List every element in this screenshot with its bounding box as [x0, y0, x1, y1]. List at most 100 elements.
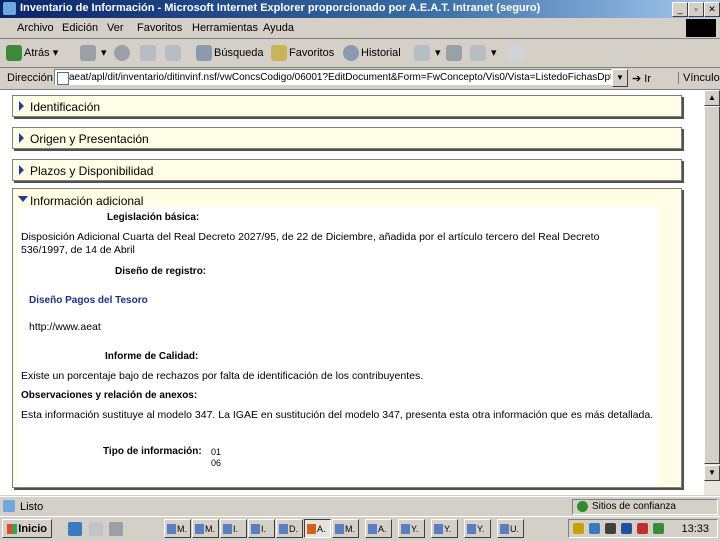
taskbar-button[interactable]: I.: [220, 519, 247, 538]
section-identificacion[interactable]: Identificación: [12, 95, 682, 117]
app-quicklaunch-icon[interactable]: [109, 522, 123, 536]
expand-arrow-icon: [19, 165, 24, 175]
edit-button[interactable]: ▾: [470, 43, 497, 63]
tipo-value: 06: [211, 458, 222, 468]
task-icon: [167, 524, 176, 534]
stop-button[interactable]: [114, 43, 132, 63]
refresh-button[interactable]: [140, 43, 158, 63]
system-tray: 13:33: [568, 519, 718, 538]
scroll-thumb[interactable]: [704, 106, 720, 464]
menu-ver[interactable]: Ver: [107, 22, 124, 34]
refresh-icon: [140, 45, 156, 62]
security-icon[interactable]: [637, 523, 648, 534]
update-icon[interactable]: [653, 523, 664, 534]
start-button[interactable]: Inicio: [2, 519, 52, 538]
address-dropdown-button[interactable]: ▼: [612, 69, 628, 87]
home-button[interactable]: [165, 43, 183, 63]
menu-ayuda[interactable]: Ayuda: [263, 22, 294, 34]
back-button[interactable]: Atrás ▾: [6, 43, 58, 63]
taskbar-button[interactable]: Y.: [464, 519, 491, 538]
taskbar-button[interactable]: Y.: [398, 519, 425, 538]
diseno-link[interactable]: Diseño Pagos del Tesoro: [29, 295, 148, 306]
taskbar: Inicio M. M. I. I. D. A. M. A. Y. Y. Y. …: [0, 516, 720, 541]
forward-arrow-icon: [80, 45, 96, 62]
desktop-quicklaunch-icon[interactable]: [89, 522, 103, 536]
display-icon[interactable]: [605, 523, 616, 534]
title-bar: Inventario de Información - Microsoft In…: [0, 0, 720, 18]
taskbar-button[interactable]: M.: [164, 519, 191, 538]
search-button[interactable]: Búsqueda: [196, 43, 264, 63]
security-zone: Sitios de confianza: [572, 499, 718, 515]
taskbar-button[interactable]: M.: [332, 519, 359, 538]
section-plazos[interactable]: Plazos y Disponibilidad: [12, 159, 682, 181]
status-bar: Listo Sitios de confianza: [0, 496, 720, 516]
scroll-up-button[interactable]: ▲: [704, 90, 720, 106]
window-title: Inventario de Información - Microsoft In…: [20, 2, 541, 14]
favorites-icon: [271, 45, 287, 62]
task-icon: [467, 524, 476, 534]
print-button[interactable]: [446, 43, 464, 63]
menu-edicion[interactable]: Edición: [62, 22, 98, 34]
stop-icon: [114, 45, 130, 62]
taskbar-button[interactable]: U.: [497, 519, 524, 538]
trusted-zone-icon: [577, 501, 588, 512]
taskbar-button[interactable]: I.: [248, 519, 275, 538]
expand-arrow-icon: [19, 101, 24, 111]
status-text: Listo: [20, 501, 44, 513]
page-icon: [57, 72, 69, 85]
windows-flag-icon: [7, 524, 17, 534]
vertical-scrollbar[interactable]: ▲ ▼: [704, 90, 720, 495]
tipo-label: Tipo de información:: [103, 446, 202, 457]
calidad-text: Existe un porcentaje bajo de rechazos po…: [21, 370, 424, 382]
ie-quicklaunch-icon[interactable]: [68, 522, 82, 536]
observaciones-text: Esta información sustituye al modelo 347…: [21, 409, 654, 421]
menu-bar: Archivo Edición Ver Favoritos Herramient…: [0, 18, 720, 39]
taskbar-button[interactable]: M.: [192, 519, 219, 538]
antivirus-icon[interactable]: [621, 523, 632, 534]
windows-logo-icon: [686, 19, 716, 37]
forward-button[interactable]: ▾: [80, 43, 107, 63]
maximize-button[interactable]: ▫: [688, 2, 704, 17]
mail-icon: [414, 45, 430, 62]
taskbar-button[interactable]: A.: [365, 519, 392, 538]
ie-logo-icon: [3, 2, 16, 15]
task-icon: [500, 524, 509, 534]
calidad-label: Informe de Calidad:: [105, 351, 199, 362]
info-content: Legislación básica: Disposición Adiciona…: [17, 207, 659, 487]
tipo-value: 01: [211, 447, 222, 457]
scroll-down-button[interactable]: ▼: [704, 465, 720, 481]
expand-arrow-icon: [19, 133, 24, 143]
go-button[interactable]: ➔ Ir: [632, 72, 651, 85]
speaker-icon[interactable]: [573, 523, 584, 534]
discuss-button[interactable]: [508, 43, 526, 63]
section-title[interactable]: Información adicional: [30, 194, 143, 208]
collapse-arrow-icon[interactable]: [18, 196, 28, 202]
print-icon: [446, 45, 462, 62]
mail-button[interactable]: ▾: [414, 43, 441, 63]
task-icon: [223, 524, 232, 534]
section-origen[interactable]: Origen y Presentación: [12, 127, 682, 149]
network-icon[interactable]: [589, 523, 600, 534]
close-button[interactable]: ✕: [704, 2, 720, 17]
taskbar-button-active[interactable]: A.: [304, 519, 331, 538]
zone-text: Sitios de confianza: [592, 501, 676, 512]
home-icon: [165, 45, 181, 62]
menu-herramientas[interactable]: Herramientas: [192, 22, 258, 34]
task-icon: [251, 524, 260, 534]
favorites-button[interactable]: Favoritos: [271, 43, 334, 63]
task-icon: [434, 524, 443, 534]
task-icon: [195, 524, 204, 534]
diseno-label: Diseño de registro:: [115, 266, 207, 277]
section-title: Plazos y Disponibilidad: [30, 164, 154, 178]
minimize-button[interactable]: _: [672, 2, 688, 17]
menu-favoritos[interactable]: Favoritos: [137, 22, 182, 34]
task-icon: [307, 524, 316, 534]
search-icon: [196, 45, 212, 62]
address-input[interactable]: aeat/apl/dit/inventario/ditinvinf.nsf/vw…: [54, 69, 612, 85]
taskbar-button[interactable]: D.: [276, 519, 303, 538]
taskbar-button[interactable]: Y.: [431, 519, 458, 538]
address-bar: Dirección aeat/apl/dit/inventario/ditinv…: [0, 67, 720, 90]
history-button[interactable]: Historial: [343, 43, 401, 63]
links-button[interactable]: Vínculos: [678, 72, 720, 84]
menu-archivo[interactable]: Archivo: [17, 22, 54, 34]
